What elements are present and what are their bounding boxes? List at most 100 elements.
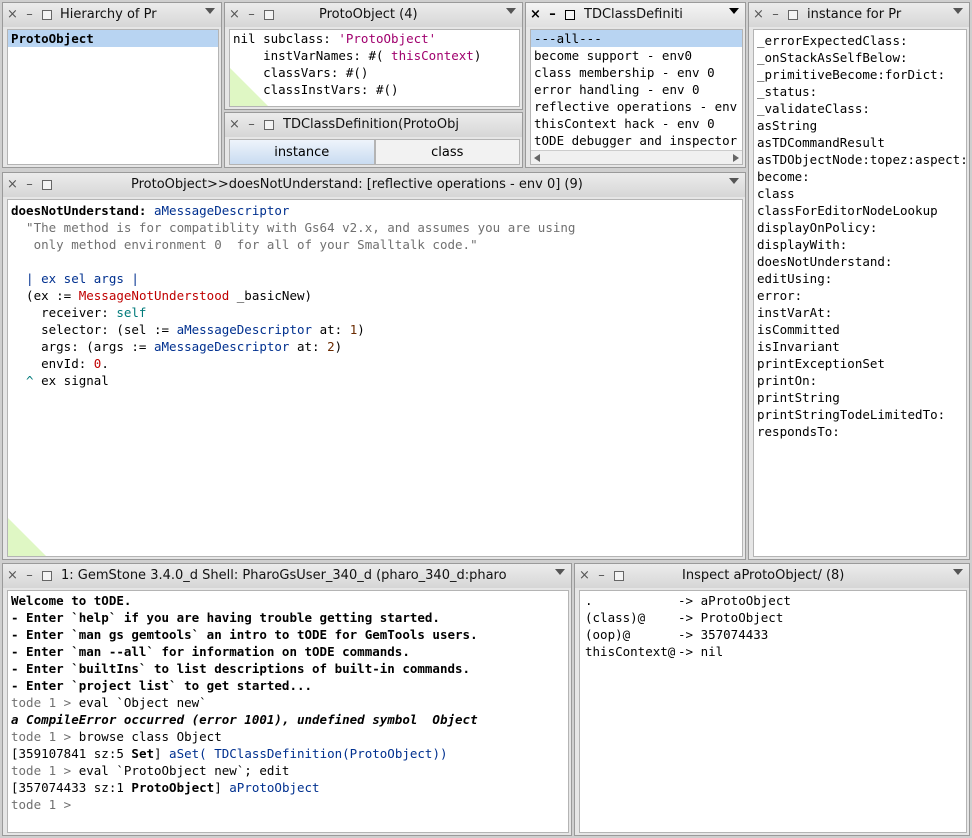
hierarchy-window: × – Hierarchy of Pr ProtoObject <box>2 2 222 168</box>
selector-item[interactable]: doesNotUnderstand: <box>754 253 966 270</box>
window-menu-icon[interactable] <box>953 8 963 14</box>
window-menu-icon[interactable] <box>729 178 739 184</box>
categories-list[interactable]: ---all--- become support - env0 class me… <box>530 29 743 165</box>
selector-item[interactable]: _onStackAsSelfBelow: <box>754 49 966 66</box>
selector-item[interactable]: class <box>754 185 966 202</box>
close-icon[interactable]: × <box>229 8 240 22</box>
tab-class[interactable]: class <box>374 139 520 165</box>
selector-item[interactable]: printString <box>754 389 966 406</box>
selector-item[interactable]: displayOnPolicy: <box>754 219 966 236</box>
maximize-icon[interactable] <box>564 8 575 22</box>
selector-item[interactable]: instVarAt: <box>754 304 966 321</box>
inspector-row[interactable]: . -> aProtoObject <box>585 592 966 609</box>
selector-item[interactable]: printExceptionSet <box>754 355 966 372</box>
maximize-icon[interactable] <box>41 8 52 22</box>
close-icon[interactable]: × <box>530 8 541 22</box>
selector-item[interactable]: _validateClass: <box>754 100 966 117</box>
class-def-window: × – TDClassDefinition(ProtoObj instance c… <box>224 112 523 168</box>
selector-item[interactable]: printStringTodeLimitedTo: <box>754 406 966 423</box>
window-menu-icon[interactable] <box>953 569 963 575</box>
selector-item[interactable]: _status: <box>754 83 966 100</box>
selectors-title: instance for Pr <box>807 7 902 22</box>
selector-item[interactable]: isCommitted <box>754 321 966 338</box>
category-item[interactable]: error handling - env 0 <box>531 81 742 98</box>
window-menu-icon[interactable] <box>506 8 516 14</box>
close-icon[interactable]: × <box>579 569 590 583</box>
selectors-list[interactable]: _errorExpectedClass: _onStackAsSelfBelow… <box>753 29 967 557</box>
shell-titlebar[interactable]: × – 1: GemStone 3.4.0_d Shell: PharoGsUse… <box>3 564 571 588</box>
inspector-row[interactable]: (class)@ -> ProtoObject <box>585 609 966 626</box>
method-titlebar[interactable]: × – ProtoObject>>doesNotUnderstand: [refl… <box>3 173 745 197</box>
close-icon[interactable]: × <box>229 118 240 132</box>
minimize-icon[interactable]: – <box>770 8 781 22</box>
selector-item[interactable]: _primitiveBecome:forDict: <box>754 66 966 83</box>
method-window: × – ProtoObject>>doesNotUnderstand: [refl… <box>2 172 746 560</box>
inspector-row[interactable]: (oop)@ -> 357074433 <box>585 626 966 643</box>
inspector-titlebar[interactable]: × – Inspect aProtoObject/ (8) <box>575 564 969 588</box>
inspector-row[interactable]: thisContext@ -> nil <box>585 643 966 660</box>
inspector-list[interactable]: . -> aProtoObject (class)@ -> ProtoObject … <box>579 590 967 833</box>
hierarchy-title: Hierarchy of Pr <box>60 7 157 22</box>
shell-prompt[interactable]: tode 1 > <box>11 797 79 812</box>
scroll-right-arrow-icon[interactable] <box>733 154 739 162</box>
method-source-editor[interactable]: doesNotUnderstand: aMessageDescriptor "T… <box>7 199 743 557</box>
selectors-titlebar[interactable]: × – instance for Pr <box>749 3 969 27</box>
selector-item[interactable]: asString <box>754 117 966 134</box>
category-item[interactable]: tODE debugger and inspector s <box>531 132 742 149</box>
maximize-icon[interactable] <box>263 118 274 132</box>
minimize-icon[interactable]: – <box>24 8 35 22</box>
definition-editor[interactable]: nil subclass: 'ProtoObject' instVarNames… <box>229 29 520 107</box>
minimize-icon[interactable]: – <box>24 178 35 192</box>
selector-item[interactable]: printOn: <box>754 372 966 389</box>
scroll-left-arrow-icon[interactable] <box>534 154 540 162</box>
category-item[interactable]: class membership - env 0 <box>531 64 742 81</box>
selector-item[interactable]: asTDCommandResult <box>754 134 966 151</box>
editor-corner-marker <box>8 518 46 556</box>
selector-item[interactable]: error: <box>754 287 966 304</box>
minimize-icon[interactable]: – <box>246 118 257 132</box>
maximize-icon[interactable] <box>787 8 798 22</box>
hierarchy-list[interactable]: ProtoObject <box>7 29 219 165</box>
tab-instance[interactable]: instance <box>229 139 375 165</box>
selector-item[interactable]: displayWith: <box>754 236 966 253</box>
maximize-icon[interactable] <box>41 569 52 583</box>
minimize-icon[interactable]: – <box>24 569 35 583</box>
categories-titlebar[interactable]: × – TDClassDefiniti <box>526 3 745 27</box>
category-item[interactable]: ---all--- <box>531 30 742 47</box>
selector-item[interactable]: become: <box>754 168 966 185</box>
method-title: ProtoObject>>doesNotUnderstand: [reflect… <box>131 177 583 192</box>
categories-window: × – TDClassDefiniti ---all--- become supp… <box>525 2 746 168</box>
inspector-title: Inspect aProtoObject/ (8) <box>682 568 845 583</box>
minimize-icon[interactable]: – <box>547 8 558 22</box>
selector-item[interactable]: classForEditorNodeLookup <box>754 202 966 219</box>
definition-titlebar[interactable]: × – ProtoObject (4) <box>225 3 522 27</box>
close-icon[interactable]: × <box>7 178 18 192</box>
selector-item[interactable]: respondsTo: <box>754 423 966 440</box>
maximize-icon[interactable] <box>263 8 274 22</box>
category-item[interactable]: become support - env0 <box>531 47 742 64</box>
horizontal-scrollbar[interactable] <box>531 150 742 164</box>
window-menu-icon[interactable] <box>729 8 739 14</box>
selector-item[interactable]: isInvariant <box>754 338 966 355</box>
window-menu-icon[interactable] <box>205 8 215 14</box>
definition-title: ProtoObject (4) <box>319 7 418 22</box>
hierarchy-item-protoobject[interactable]: ProtoObject <box>8 30 218 47</box>
selector-item[interactable]: _errorExpectedClass: <box>754 32 966 49</box>
class-def-titlebar[interactable]: × – TDClassDefinition(ProtoObj <box>225 113 522 137</box>
window-menu-icon[interactable] <box>555 569 565 575</box>
close-icon[interactable]: × <box>7 569 18 583</box>
minimize-icon[interactable]: – <box>246 8 257 22</box>
category-item[interactable]: reflective operations - env 0 <box>531 98 742 115</box>
selector-item[interactable]: asTDObjectNode:topez:aspect: <box>754 151 966 168</box>
selector-item[interactable]: editUsing: <box>754 270 966 287</box>
category-item[interactable]: thisContext hack - env 0 <box>531 115 742 132</box>
shell-console[interactable]: Welcome to tODE. - Enter `help` if you a… <box>7 590 569 833</box>
close-icon[interactable]: × <box>753 8 764 22</box>
hierarchy-titlebar[interactable]: × – Hierarchy of Pr <box>3 3 221 27</box>
class-def-title: TDClassDefinition(ProtoObj <box>283 117 459 132</box>
minimize-icon[interactable]: – <box>596 569 607 583</box>
maximize-icon[interactable] <box>613 569 624 583</box>
inspector-window: × – Inspect aProtoObject/ (8) . -> aProtoO… <box>574 563 970 836</box>
maximize-icon[interactable] <box>41 178 52 192</box>
close-icon[interactable]: × <box>7 8 18 22</box>
